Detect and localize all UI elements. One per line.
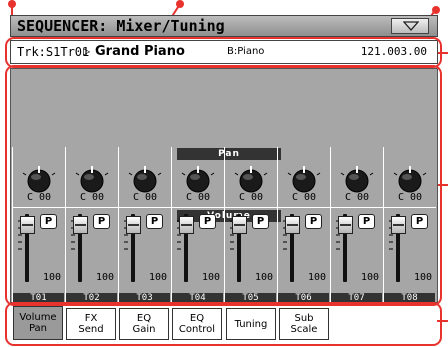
triangle-down-icon [403,21,419,31]
page-title-bar: SEQUENCER: Mixer/Tuning [10,15,438,37]
callout-frame [5,302,442,346]
page-menu-button[interactable] [391,18,429,34]
page-title: SEQUENCER: Mixer/Tuning [17,17,225,35]
callout-frame [5,65,442,306]
callout-frame [5,37,442,68]
